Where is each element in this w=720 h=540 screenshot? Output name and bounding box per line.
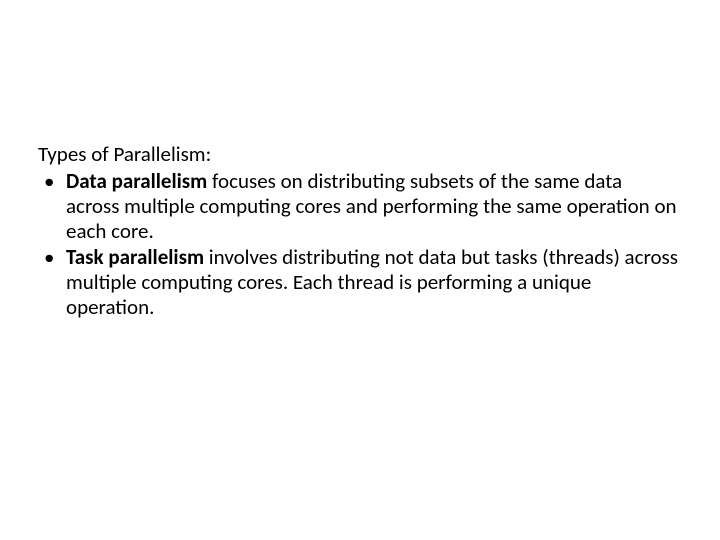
bullet-list: Data parallelism focuses on distributing… [38,169,680,320]
bullet-term: Task parallelism [66,244,204,270]
heading-types-of-parallelism: Types of Parallelism: [38,142,680,167]
list-item: Task parallelism involves distributing n… [38,245,680,319]
slide: Types of Parallelism: Data parallelism f… [0,0,720,540]
list-item: Data parallelism focuses on distributing… [38,169,680,243]
bullet-term: Data parallelism [66,168,207,194]
